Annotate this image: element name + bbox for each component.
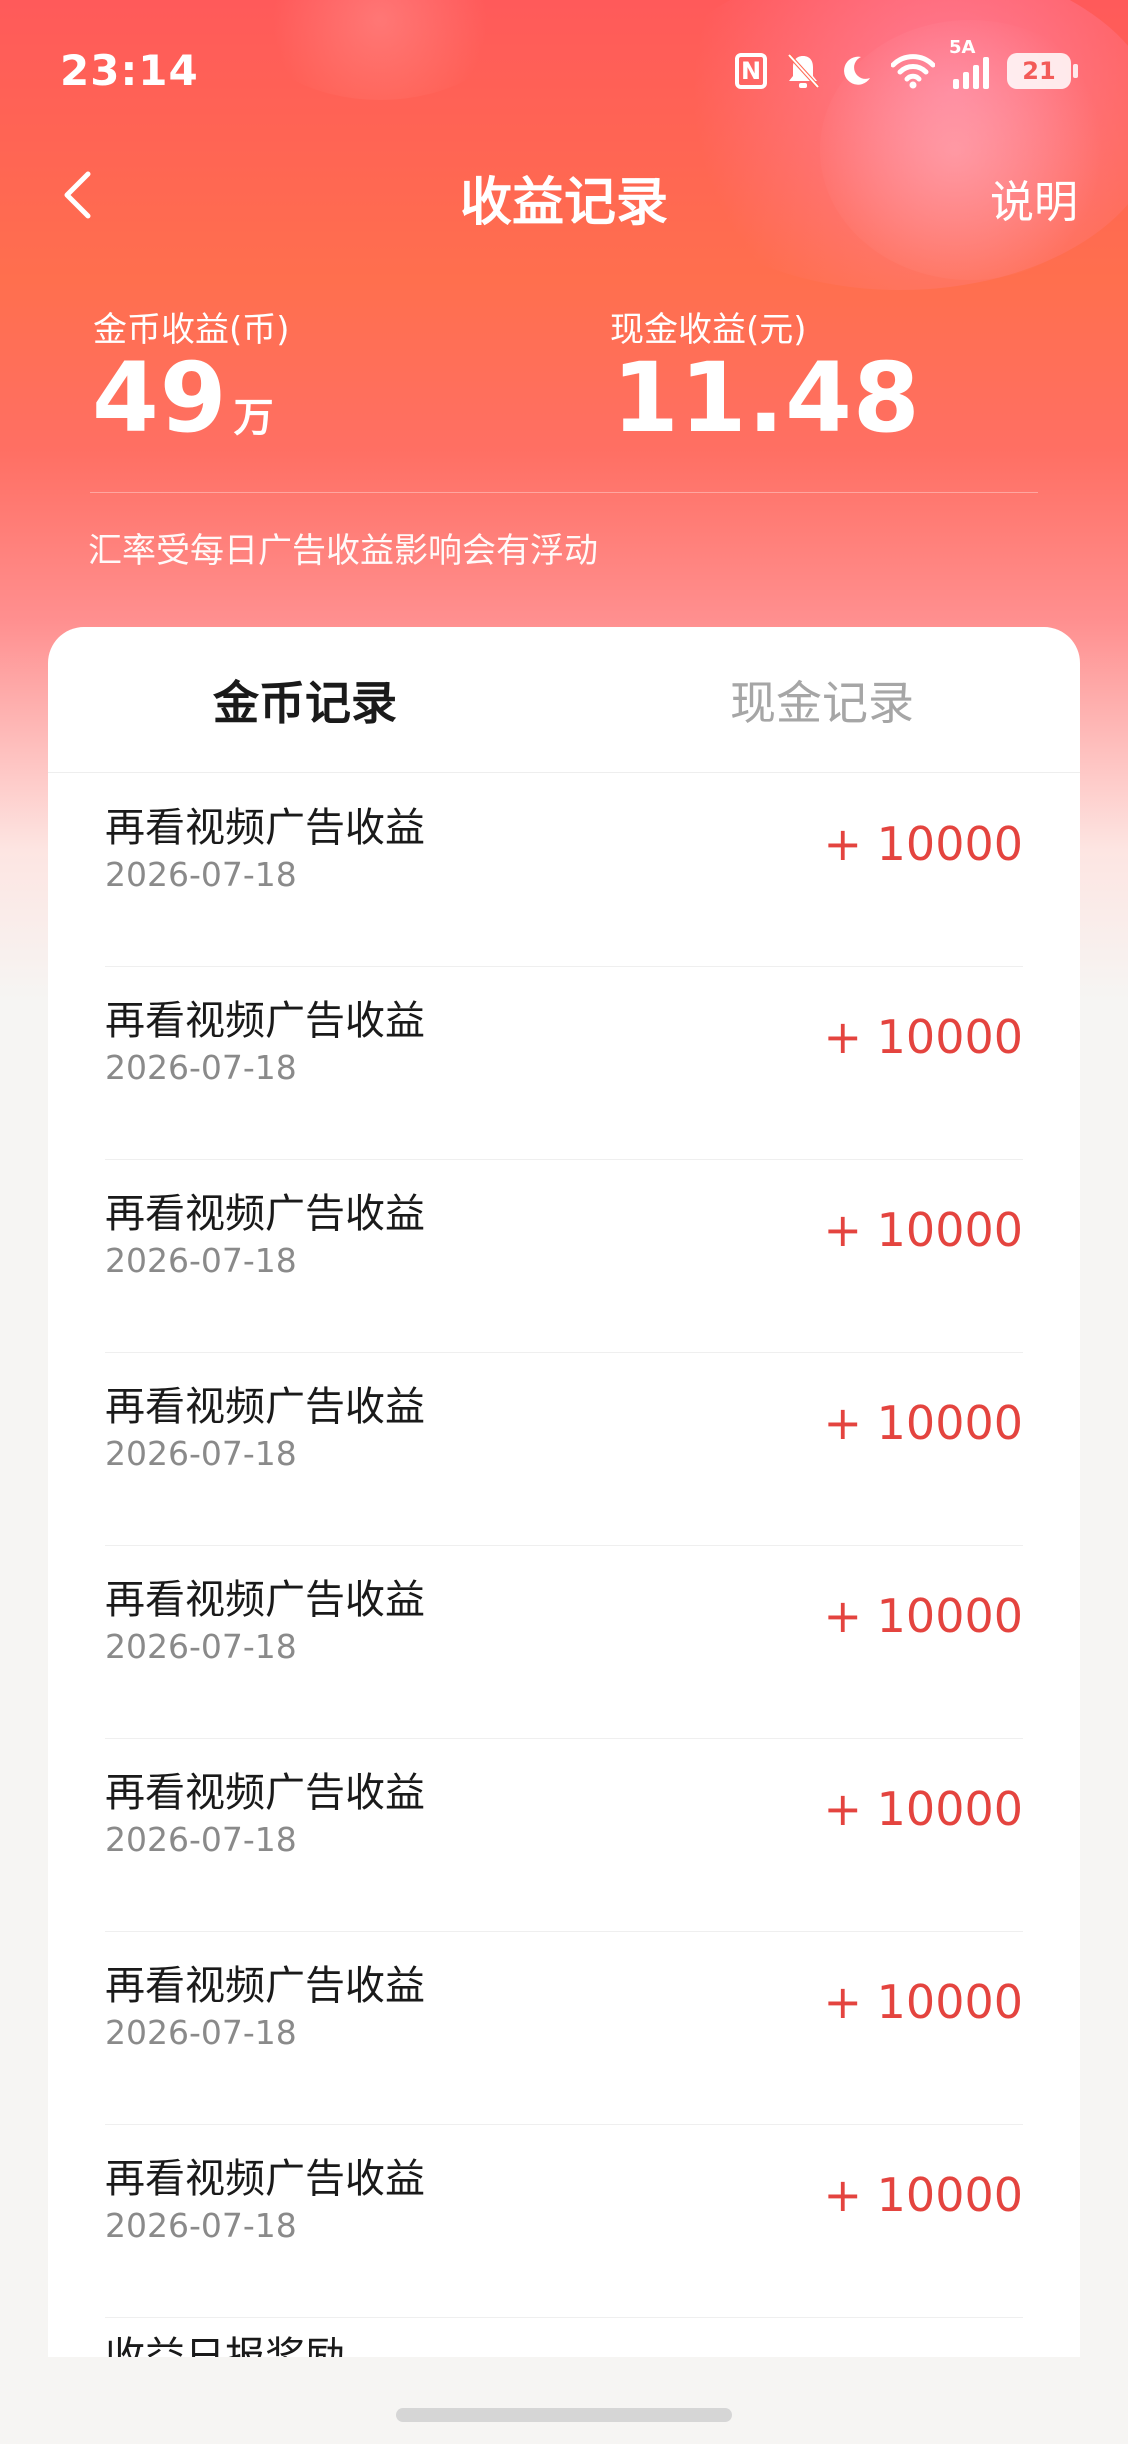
record-amount: + 10000 bbox=[823, 1589, 1024, 1643]
record-amount: + 10000 bbox=[823, 1782, 1024, 1836]
record-amount: + 10000 bbox=[823, 1396, 1024, 1450]
home-indicator[interactable] bbox=[396, 2408, 732, 2422]
record-row[interactable]: 再看视频广告收益 2026-07-18 + 10000 bbox=[105, 2124, 1023, 2318]
record-row[interactable]: 再看视频广告收益 2026-07-18 + 10000 bbox=[105, 966, 1023, 1160]
tab-coin-records[interactable]: 金币记录 bbox=[213, 667, 397, 733]
cash-earnings-value: 11.48 bbox=[612, 342, 921, 454]
page-title: 收益记录 bbox=[459, 173, 668, 233]
moon-icon bbox=[844, 56, 870, 85]
record-title: 再看视频广告收益 bbox=[105, 1963, 425, 2009]
record-title: 再看视频广告收益 bbox=[105, 1191, 425, 1237]
battery-icon: 21 bbox=[1007, 53, 1078, 89]
record-row[interactable]: 再看视频广告收益 2026-07-18 + 10000 bbox=[105, 1159, 1023, 1353]
record-amount: + 10000 bbox=[823, 1010, 1024, 1064]
record-date: 2026-07-18 bbox=[105, 2013, 297, 2052]
nav-bar: 收益记录 说明 bbox=[0, 150, 1128, 240]
record-date: 2026-07-18 bbox=[105, 1434, 297, 1473]
record-date: 2026-07-18 bbox=[105, 1048, 297, 1087]
record-amount: + 10000 bbox=[823, 1975, 1024, 2029]
record-amount: + 10000 bbox=[823, 2168, 1024, 2222]
partial-record-title[interactable]: 收益日报奖励 bbox=[105, 2324, 345, 2357]
records-tabs: 金币记录 现金记录 bbox=[48, 627, 1080, 773]
records-card: 金币记录 现金记录 再看视频广告收益 2026-07-18 + 10000 再看… bbox=[48, 627, 1080, 2357]
coin-earnings-unit: 万 bbox=[233, 395, 275, 441]
coin-earnings-number: 49 bbox=[92, 342, 228, 454]
record-row[interactable]: 再看视频广告收益 2026-07-18 + 10000 bbox=[105, 1352, 1023, 1546]
record-amount: + 10000 bbox=[823, 817, 1024, 871]
record-date: 2026-07-18 bbox=[105, 1241, 297, 1280]
record-date: 2026-07-18 bbox=[105, 2206, 297, 2245]
status-icons: N 5A 21 bbox=[735, 37, 1078, 90]
summary-divider bbox=[90, 492, 1038, 493]
battery-tip bbox=[1073, 64, 1078, 78]
status-time: 23:14 bbox=[60, 46, 199, 95]
wifi-icon bbox=[891, 54, 935, 89]
record-date: 2026-07-18 bbox=[105, 1820, 297, 1859]
record-date: 2026-07-18 bbox=[105, 855, 297, 894]
record-amount: + 10000 bbox=[823, 1203, 1024, 1257]
record-title: 再看视频广告收益 bbox=[105, 1770, 425, 1816]
tab-cash-records[interactable]: 现金记录 bbox=[730, 667, 914, 733]
nfc-icon: N bbox=[735, 53, 767, 89]
exchange-rate-note: 汇率受每日广告收益影响会有浮动 bbox=[88, 531, 598, 571]
record-title: 再看视频广告收益 bbox=[105, 2156, 425, 2202]
status-bar: 23:14 N 5A 21 bbox=[0, 0, 1128, 150]
record-row[interactable]: 再看视频广告收益 2026-07-18 + 10000 bbox=[105, 773, 1023, 967]
record-date: 2026-07-18 bbox=[105, 1627, 297, 1666]
record-title: 再看视频广告收益 bbox=[105, 1384, 425, 1430]
record-title: 再看视频广告收益 bbox=[105, 805, 425, 851]
record-row[interactable]: 再看视频广告收益 2026-07-18 + 10000 bbox=[105, 1738, 1023, 1932]
coin-earnings-value: 49 万 bbox=[92, 348, 275, 468]
network-type-label: 5A bbox=[949, 37, 976, 58]
record-row[interactable]: 再看视频广告收益 2026-07-18 + 10000 bbox=[105, 1545, 1023, 1739]
record-title: 再看视频广告收益 bbox=[105, 1577, 425, 1623]
help-button[interactable]: 说明 bbox=[990, 166, 1078, 230]
signal-icon: 5A bbox=[949, 37, 989, 89]
mute-bell-icon bbox=[787, 53, 820, 89]
battery-level: 21 bbox=[1007, 53, 1071, 89]
record-row[interactable]: 再看视频广告收益 2026-07-18 + 10000 bbox=[105, 1931, 1023, 2125]
record-title: 再看视频广告收益 bbox=[105, 998, 425, 1044]
